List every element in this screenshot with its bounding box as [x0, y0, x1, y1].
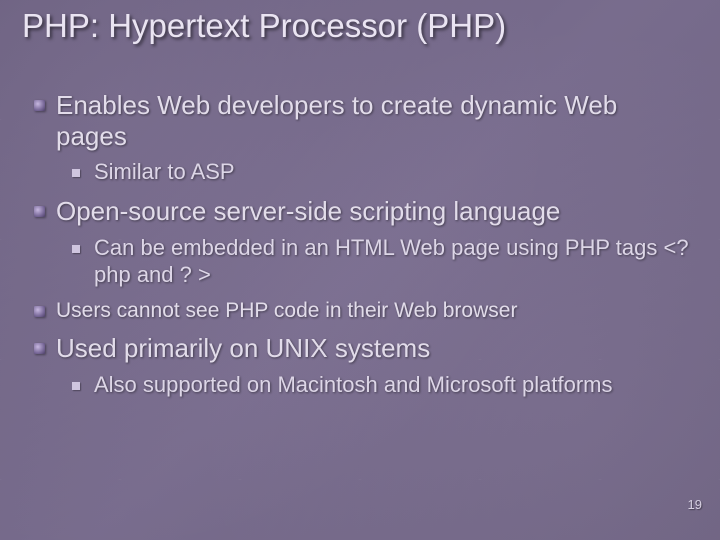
bullet-level1: Users cannot see PHP code in their Web b… — [34, 299, 692, 324]
slide-body: Enables Web developers to create dynamic… — [34, 80, 692, 520]
bullet-level2: Can be embedded in an HTML Web page usin… — [72, 235, 692, 289]
slide: PHP: Hypertext Processor (PHP) Enables W… — [0, 0, 720, 540]
bullet-level2: Similar to ASP — [72, 159, 692, 186]
bullet-level1: Enables Web developers to create dynamic… — [34, 90, 692, 151]
page-number: 19 — [688, 497, 702, 512]
bullet-level1: Open-source server-side scripting langua… — [34, 196, 692, 227]
bullet-level1: Used primarily on UNIX systems — [34, 333, 692, 364]
slide-title: PHP: Hypertext Processor (PHP) — [22, 6, 700, 46]
bullet-level2: Also supported on Macintosh and Microsof… — [72, 372, 692, 399]
